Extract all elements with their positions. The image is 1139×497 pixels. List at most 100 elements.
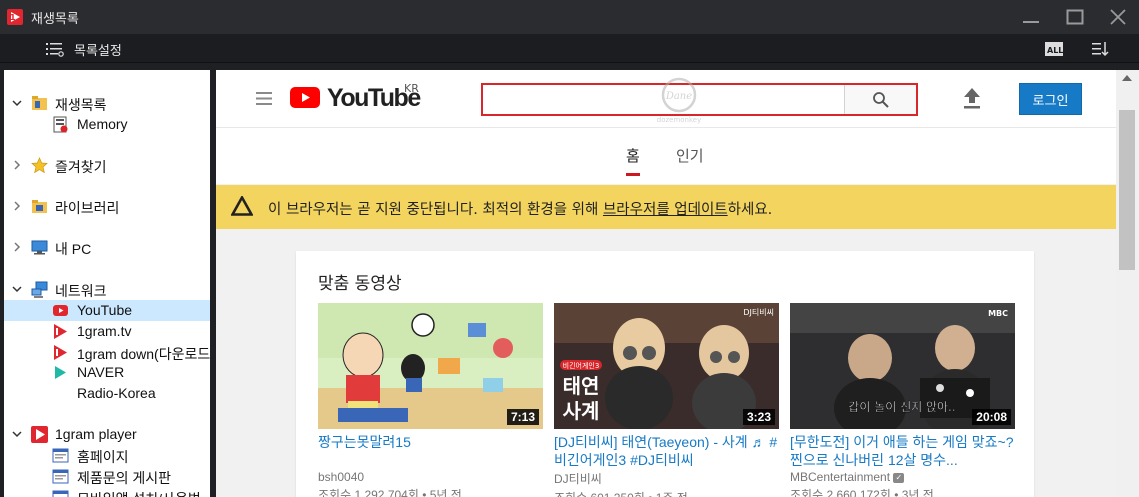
video-channel[interactable]: bsh0040: [318, 470, 543, 484]
1gram-icon: [54, 324, 67, 339]
tree-item-label: 1gram.tv: [77, 323, 132, 339]
video-thumbnail[interactable]: 갑이 놀이 신지 앉아.. MBC 20:08: [790, 303, 1015, 429]
sort-icon[interactable]: [1091, 40, 1109, 58]
menu-icon[interactable]: [256, 92, 272, 105]
tree-item-label: YouTube: [77, 302, 133, 318]
browser-warning-banner: 이 브라우저는 곧 지원 중단됩니다. 최적의 환경을 위해 브라우저를 업데이…: [216, 185, 1116, 229]
video-thumbnail[interactable]: 7:13: [318, 303, 543, 429]
video-meta: 조회수 2,660,172회 • 3년 전: [790, 488, 934, 497]
video-channel[interactable]: MBCentertainment ✓: [790, 470, 1015, 484]
chevron-down-icon[interactable]: [12, 429, 22, 439]
chevron-down-icon[interactable]: [12, 284, 22, 294]
list-settings-icon[interactable]: [46, 41, 64, 57]
chevron-right-icon[interactable]: [12, 160, 22, 170]
vertical-scrollbar[interactable]: [1116, 70, 1139, 497]
chevron-down-icon[interactable]: [12, 98, 22, 108]
tree-item-favorites[interactable]: 즐겨찾기: [4, 155, 210, 176]
tree-item-label: 즐겨찾기: [55, 159, 107, 175]
tree-item-mobile-app[interactable]: 모바일앱 설치/사용법: [4, 487, 210, 497]
youtube-icon: [53, 305, 68, 316]
thumb-channel-logo: DJ티비씨: [743, 308, 774, 317]
scrollbar-thumb[interactable]: [1119, 110, 1135, 270]
app-logo-icon: 1: [7, 9, 23, 25]
web-page-icon: [52, 448, 69, 463]
video-title[interactable]: [DJ티비씨] 태연(Taeyeon) - 사계 ♬ #비긴어게인3 #DJ티비…: [554, 433, 779, 469]
tree-item-memory[interactable]: Memory: [4, 114, 210, 135]
naver-play-icon: [55, 366, 66, 379]
upload-icon[interactable]: [962, 87, 982, 109]
tree-item-label: 1gram down(다운로드: [77, 346, 210, 362]
tree-item-homepage[interactable]: 홈페이지: [4, 445, 210, 466]
tree-item-label: 홈페이지: [77, 449, 129, 465]
browser-view[interactable]: YouTube KR Dane dozemonkey 로그인 홈 인기 이 브라…: [216, 70, 1139, 497]
scroll-up-arrow-icon[interactable]: [1122, 75, 1132, 81]
minimize-icon[interactable]: [1020, 6, 1042, 28]
playlist-tree[interactable]: 재생목록 Memory 즐겨찾기 라이브러리 내 PC 네트워크 YouTube…: [4, 70, 210, 497]
video-title[interactable]: 짱구는못말려15: [318, 433, 543, 469]
tree-item-label: Radio-Korea: [77, 385, 156, 401]
select-all-icon[interactable]: ALL: [1045, 42, 1063, 56]
title-bar: 1 재생목록: [0, 0, 1139, 34]
tree-item-naver[interactable]: NAVER: [4, 362, 210, 383]
window-title: 재생목록: [31, 12, 79, 27]
tab-trending[interactable]: 인기: [676, 145, 704, 166]
network-icon: [31, 281, 48, 298]
tree-item-inquiry-board[interactable]: 제품문의 게시판: [4, 466, 210, 487]
video-duration: 7:13: [506, 409, 539, 425]
video-channel[interactable]: DJ티비씨: [554, 470, 779, 487]
computer-icon: [31, 240, 48, 255]
tree-item-library[interactable]: 라이브러리: [4, 196, 210, 217]
web-page-icon: [52, 469, 69, 484]
web-page-icon: [52, 490, 69, 497]
tree-item-youtube[interactable]: YouTube: [4, 300, 210, 321]
tree-item-1gram-player[interactable]: 1gram player: [4, 424, 210, 445]
video-card[interactable]: 7:13 짱구는못말려15 bsh0040 조회수 1,292,704회 • 5…: [318, 303, 543, 497]
tree-item-radio-korea[interactable]: Radio-Korea: [4, 383, 210, 404]
search-icon: [873, 92, 889, 108]
video-meta: 조회수 601,250회 • 1주 전: [554, 489, 779, 497]
chevron-right-icon[interactable]: [12, 242, 22, 252]
video-channel-name[interactable]: MBCentertainment: [790, 470, 890, 484]
warning-text-after: 하세요.: [727, 202, 773, 218]
section-title: 맞춤 동영상: [318, 274, 402, 294]
svg-text:1: 1: [10, 13, 16, 22]
tree-item-label: 1gram player: [55, 426, 137, 442]
recommended-section: 맞춤 동영상 7:13 짱구는못말려15 bsh0040 조회수 1,292,7…: [296, 251, 1034, 497]
video-thumbnail[interactable]: 비긴어게인3 태연 사계 DJ티비씨 3:23: [554, 303, 779, 429]
tree-item-network[interactable]: 네트워크: [4, 279, 210, 300]
update-browser-link[interactable]: 브라우저를 업데이트: [603, 202, 728, 218]
list-settings-button[interactable]: 목록설정: [74, 40, 122, 59]
chevron-right-icon[interactable]: [12, 201, 22, 211]
tree-item-label: 재생목록: [55, 97, 107, 113]
login-button[interactable]: 로그인: [1019, 83, 1082, 115]
tree-item-playlist[interactable]: 재생목록: [4, 93, 210, 114]
youtube-tabs: 홈 인기: [216, 127, 1116, 184]
close-icon[interactable]: [1107, 6, 1129, 28]
video-title[interactable]: [무한도전] 이거 애들 하는 게임 맞죠~? 찐으로 신나버린 12살 명수.…: [790, 433, 1015, 469]
1gram-icon: [31, 426, 48, 443]
tree-item-1gram-tv[interactable]: 1gram.tv: [4, 321, 210, 342]
active-tab-indicator: [626, 173, 640, 176]
tree-item-1gram-down[interactable]: 1gram down(다운로드: [4, 342, 210, 363]
video-duration: 3:23: [742, 409, 775, 425]
thumb-title-text-2: 사계: [563, 399, 600, 423]
watermark-logo: Dane dozemonkey: [657, 77, 701, 124]
svg-text:ALL: ALL: [1047, 46, 1063, 55]
memory-playlist-icon: [53, 116, 68, 133]
tree-item-label: NAVER: [77, 364, 125, 380]
tree-item-my-pc[interactable]: 내 PC: [4, 237, 210, 258]
warning-icon: [231, 196, 253, 216]
maximize-icon[interactable]: [1064, 6, 1086, 28]
search-button[interactable]: [844, 85, 916, 114]
video-card[interactable]: 비긴어게인3 태연 사계 DJ티비씨 3:23 [DJ티비씨] 태연(Taeye…: [554, 303, 779, 497]
video-card[interactable]: 갑이 놀이 신지 앉아.. MBC 20:08 [무한도전] 이거 애들 하는 …: [790, 303, 1015, 497]
warning-message: 이 브라우저는 곧 지원 중단됩니다. 최적의 환경을 위해 브라우저를 업데이…: [268, 198, 772, 219]
thumb-channel-logo: MBC: [988, 309, 1008, 318]
toolbar: 목록설정 ALL: [0, 34, 1139, 63]
star-icon: [31, 157, 48, 174]
thumb-badge-text: 비긴어게인3: [563, 361, 600, 370]
tree-item-label: Memory: [77, 116, 128, 132]
youtube-logo-icon[interactable]: [290, 87, 320, 108]
tab-home[interactable]: 홈: [626, 145, 640, 166]
region-code: KR: [404, 82, 419, 95]
